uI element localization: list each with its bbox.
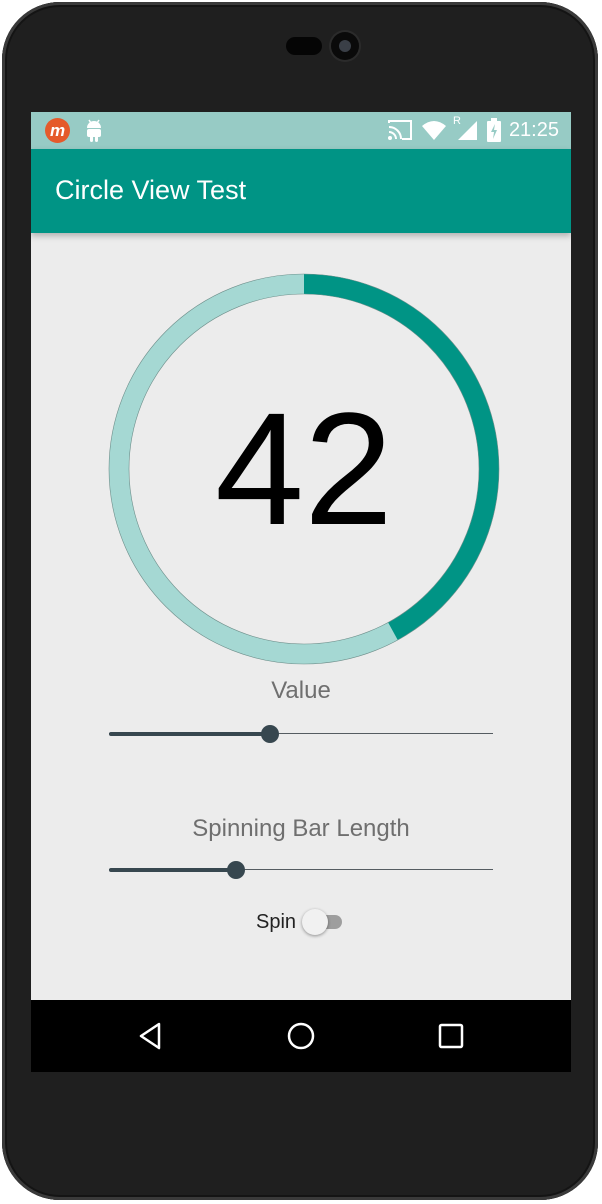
progress-value-text: 42 — [215, 379, 393, 558]
earpiece-speaker — [286, 37, 322, 55]
battery-icon — [486, 118, 501, 142]
value-label: Value — [271, 677, 331, 704]
spin-switch-thumb — [302, 909, 329, 935]
back-icon[interactable] — [135, 1020, 167, 1052]
spin-length-slider-fill — [109, 868, 236, 872]
wifi-icon — [421, 121, 446, 140]
spin-switch-row: Spin — [31, 907, 571, 937]
circle-progress-view: 42 — [104, 269, 504, 669]
device-screen: m R 21:25 Circle View Test 42 Value Spin… — [31, 112, 571, 1072]
m-app-icon: m — [45, 118, 70, 143]
status-bar: m R 21:25 — [31, 112, 571, 149]
home-icon[interactable] — [285, 1020, 317, 1052]
roaming-indicator: R — [452, 115, 461, 127]
android-icon — [87, 119, 101, 142]
spin-length-slider-thumb[interactable] — [226, 861, 245, 879]
spinning-bar-length-label: Spinning Bar Length — [192, 815, 410, 842]
cast-icon — [387, 120, 412, 140]
app-title: Circle View Test — [55, 175, 247, 205]
value-slider-thumb[interactable] — [261, 725, 280, 743]
status-clock: 21:25 — [508, 118, 559, 141]
spin-switch[interactable] — [302, 909, 346, 935]
recents-icon[interactable] — [435, 1020, 467, 1052]
front-camera — [331, 32, 359, 60]
value-slider-fill — [109, 732, 271, 736]
app-bar: Circle View Test — [31, 149, 571, 233]
phone-frame: m R 21:25 Circle View Test 42 Value Spin… — [2, 2, 598, 1200]
value-slider[interactable] — [109, 722, 493, 746]
navigation-bar — [31, 1000, 571, 1072]
spin-label: Spin — [255, 910, 297, 933]
spinning-bar-length-slider[interactable] — [109, 858, 493, 882]
